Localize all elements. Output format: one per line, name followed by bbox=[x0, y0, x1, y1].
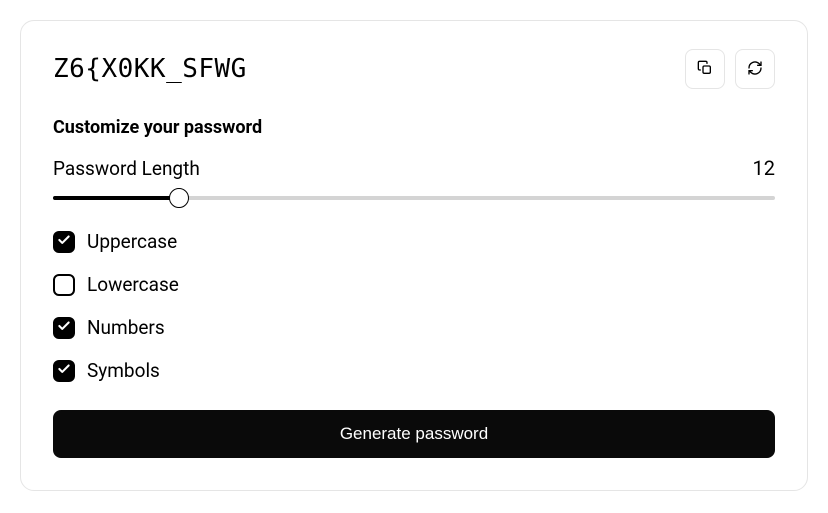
length-row: Password Length 12 bbox=[53, 156, 775, 180]
check-icon bbox=[57, 318, 71, 337]
symbols-option[interactable]: Symbols bbox=[53, 359, 775, 382]
generate-button[interactable]: Generate password bbox=[53, 410, 775, 458]
password-generator-card: Z6{X0KK_SFWG bbox=[20, 20, 808, 491]
length-value: 12 bbox=[753, 156, 775, 180]
numbers-checkbox[interactable] bbox=[53, 317, 75, 339]
length-slider[interactable] bbox=[53, 188, 775, 208]
uppercase-option[interactable]: Uppercase bbox=[53, 230, 775, 253]
numbers-option[interactable]: Numbers bbox=[53, 316, 775, 339]
section-title: Customize your password bbox=[53, 117, 775, 138]
refresh-button[interactable] bbox=[735, 49, 775, 89]
symbols-checkbox[interactable] bbox=[53, 360, 75, 382]
check-icon bbox=[57, 232, 71, 251]
symbols-label: Symbols bbox=[87, 359, 160, 382]
length-label: Password Length bbox=[53, 157, 200, 180]
check-icon bbox=[57, 361, 71, 380]
numbers-label: Numbers bbox=[87, 316, 165, 339]
slider-thumb[interactable] bbox=[169, 188, 189, 208]
options-list: Uppercase Lowercase Numbers Symbols bbox=[53, 230, 775, 382]
copy-icon bbox=[697, 60, 713, 79]
lowercase-label: Lowercase bbox=[87, 273, 179, 296]
uppercase-checkbox[interactable] bbox=[53, 231, 75, 253]
slider-fill bbox=[53, 196, 179, 200]
copy-button[interactable] bbox=[685, 49, 725, 89]
uppercase-label: Uppercase bbox=[87, 230, 177, 253]
header-actions bbox=[685, 49, 775, 89]
refresh-icon bbox=[747, 60, 763, 79]
lowercase-checkbox[interactable] bbox=[53, 274, 75, 296]
generated-password: Z6{X0KK_SFWG bbox=[53, 54, 247, 84]
lowercase-option[interactable]: Lowercase bbox=[53, 273, 775, 296]
header-row: Z6{X0KK_SFWG bbox=[53, 49, 775, 89]
